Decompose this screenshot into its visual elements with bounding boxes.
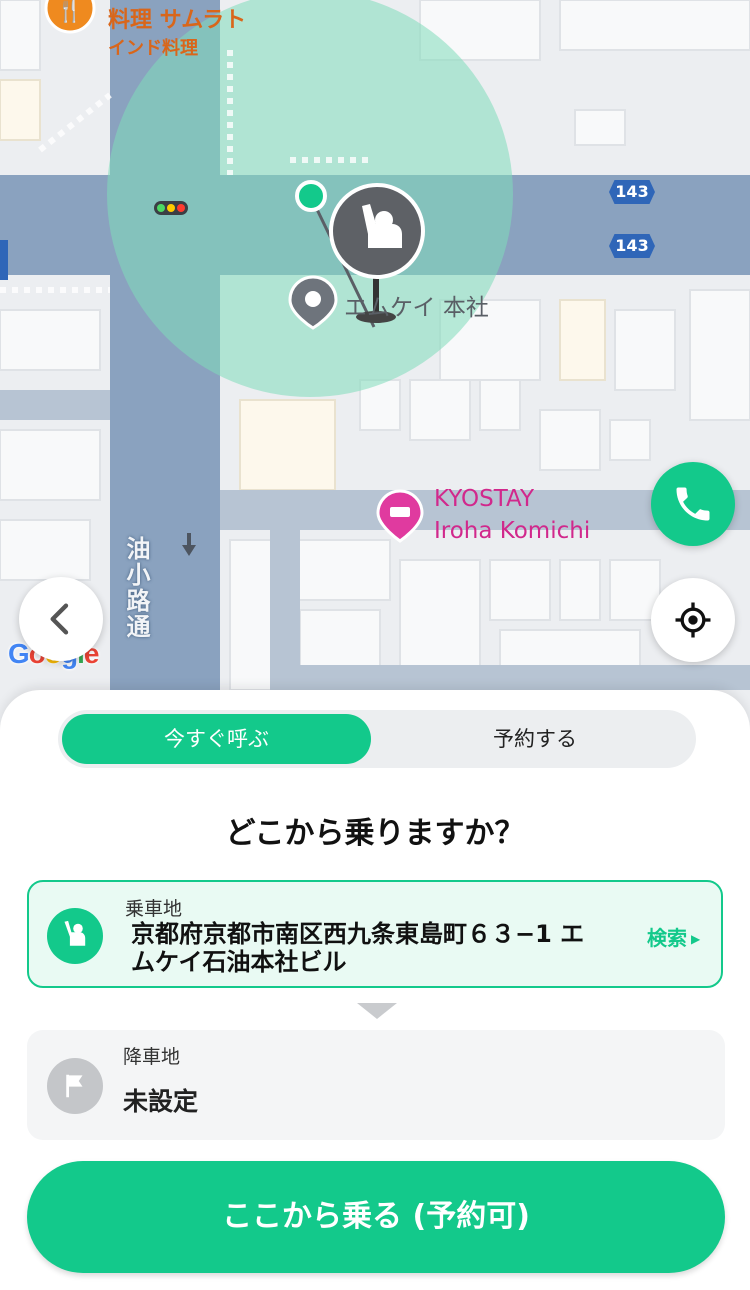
flag-icon [47, 1058, 103, 1114]
hand-raise-icon [47, 908, 103, 964]
booking-mode-toggle: 今すぐ呼ぶ 予約する [58, 710, 696, 768]
map-view[interactable]: 🍴 料理 サムラト インド料理 エムケイ 本社 KYOSTAY Iroha Ko… [0, 0, 750, 730]
current-location-button[interactable] [651, 578, 735, 662]
pickup-address: 京都府京都市南区西九条東島町６３−1 エムケイ石油本社ビル [131, 920, 585, 976]
route-number-badge: 143 [609, 180, 655, 204]
caret-down-icon [357, 1003, 397, 1019]
pickup-question-heading: どこから乗りますか？ [225, 816, 525, 851]
crosshair-icon [675, 602, 711, 638]
svg-text:🍴: 🍴 [56, 0, 83, 24]
phone-icon [676, 487, 710, 521]
booking-sheet: 今すぐ呼ぶ 予約する どこから乗りますか？ 乗車地 京都府京都市南区西九条東島町… [0, 690, 750, 1290]
route-number-badge: 143 [609, 234, 655, 258]
back-button[interactable] [19, 577, 103, 661]
landmark-label[interactable]: エムケイ 本社 [344, 288, 489, 322]
map-canvas[interactable]: 🍴 [0, 0, 750, 730]
dropoff-value: 未設定 [123, 1087, 199, 1116]
search-button[interactable]: 検索 ▶ [647, 922, 700, 951]
tab-reserve[interactable]: 予約する [378, 714, 692, 764]
chevron-left-icon [50, 603, 69, 635]
call-button[interactable] [651, 462, 735, 546]
restaurant-name-label[interactable]: 料理 サムラト [108, 2, 246, 34]
search-button-label: 検索 [647, 926, 687, 950]
dropoff-label: 降車地 [123, 1046, 181, 1068]
hotel-name-label[interactable]: KYOSTAY [434, 486, 534, 512]
pickup-location-card[interactable]: 乗車地 京都府京都市南区西九条東島町６３−1 エムケイ石油本社ビル 検索 ▶ [27, 880, 723, 988]
street-name-label: 油小路通 [122, 536, 150, 640]
confirm-pickup-button[interactable]: ここから乗る (予約可) [27, 1161, 725, 1273]
restaurant-type-label: インド料理 [108, 38, 198, 59]
pickup-label: 乗車地 [125, 898, 183, 920]
hotel-subname-label[interactable]: Iroha Komichi [434, 518, 590, 544]
tab-call-now[interactable]: 今すぐ呼ぶ [62, 714, 371, 764]
dropoff-location-card[interactable]: 降車地 未設定 [27, 1030, 725, 1140]
triangle-right-icon: ▶ [691, 932, 701, 946]
